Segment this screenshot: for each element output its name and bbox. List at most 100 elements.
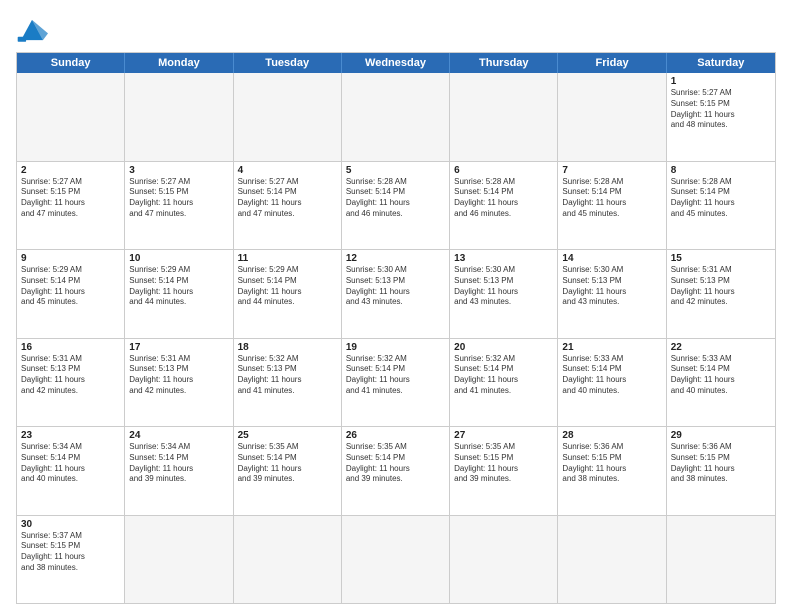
cell-info: Sunrise: 5:35 AM Sunset: 5:14 PM Dayligh…	[238, 442, 337, 485]
day-number: 19	[346, 342, 445, 353]
cal-cell-1-1	[17, 73, 125, 161]
cell-info: Sunrise: 5:36 AM Sunset: 5:15 PM Dayligh…	[671, 442, 771, 485]
cal-cell-5-5: 27Sunrise: 5:35 AM Sunset: 5:15 PM Dayli…	[450, 427, 558, 515]
logo-icon	[16, 16, 48, 44]
day-number: 16	[21, 342, 120, 353]
day-header-sunday: Sunday	[17, 53, 125, 73]
cell-info: Sunrise: 5:28 AM Sunset: 5:14 PM Dayligh…	[346, 177, 445, 220]
cell-info: Sunrise: 5:32 AM Sunset: 5:14 PM Dayligh…	[454, 354, 553, 397]
day-number: 23	[21, 430, 120, 441]
day-number: 1	[671, 76, 771, 87]
cell-info: Sunrise: 5:27 AM Sunset: 5:14 PM Dayligh…	[238, 177, 337, 220]
cal-cell-3-7: 15Sunrise: 5:31 AM Sunset: 5:13 PM Dayli…	[667, 250, 775, 338]
cal-cell-2-5: 6Sunrise: 5:28 AM Sunset: 5:14 PM Daylig…	[450, 162, 558, 250]
day-number: 5	[346, 165, 445, 176]
day-number: 7	[562, 165, 661, 176]
cal-cell-4-7: 22Sunrise: 5:33 AM Sunset: 5:14 PM Dayli…	[667, 339, 775, 427]
cell-info: Sunrise: 5:34 AM Sunset: 5:14 PM Dayligh…	[21, 442, 120, 485]
day-number: 4	[238, 165, 337, 176]
cal-cell-2-3: 4Sunrise: 5:27 AM Sunset: 5:14 PM Daylig…	[234, 162, 342, 250]
cal-cell-6-2	[125, 516, 233, 604]
day-header-thursday: Thursday	[450, 53, 558, 73]
cell-info: Sunrise: 5:28 AM Sunset: 5:14 PM Dayligh…	[454, 177, 553, 220]
day-number: 8	[671, 165, 771, 176]
calendar-row-5: 23Sunrise: 5:34 AM Sunset: 5:14 PM Dayli…	[17, 426, 775, 515]
calendar-row-4: 16Sunrise: 5:31 AM Sunset: 5:13 PM Dayli…	[17, 338, 775, 427]
cell-info: Sunrise: 5:35 AM Sunset: 5:14 PM Dayligh…	[346, 442, 445, 485]
cell-info: Sunrise: 5:37 AM Sunset: 5:15 PM Dayligh…	[21, 531, 120, 574]
cal-cell-3-1: 9Sunrise: 5:29 AM Sunset: 5:14 PM Daylig…	[17, 250, 125, 338]
day-number: 21	[562, 342, 661, 353]
day-number: 6	[454, 165, 553, 176]
calendar-header: SundayMondayTuesdayWednesdayThursdayFrid…	[17, 53, 775, 73]
cal-cell-1-7: 1Sunrise: 5:27 AM Sunset: 5:15 PM Daylig…	[667, 73, 775, 161]
page: SundayMondayTuesdayWednesdayThursdayFrid…	[0, 0, 792, 612]
header	[16, 16, 776, 44]
cal-cell-2-7: 8Sunrise: 5:28 AM Sunset: 5:14 PM Daylig…	[667, 162, 775, 250]
cell-info: Sunrise: 5:36 AM Sunset: 5:15 PM Dayligh…	[562, 442, 661, 485]
cal-cell-5-2: 24Sunrise: 5:34 AM Sunset: 5:14 PM Dayli…	[125, 427, 233, 515]
cell-info: Sunrise: 5:32 AM Sunset: 5:13 PM Dayligh…	[238, 354, 337, 397]
day-number: 20	[454, 342, 553, 353]
cell-info: Sunrise: 5:30 AM Sunset: 5:13 PM Dayligh…	[454, 265, 553, 308]
cal-cell-1-5	[450, 73, 558, 161]
day-header-friday: Friday	[558, 53, 666, 73]
cell-info: Sunrise: 5:33 AM Sunset: 5:14 PM Dayligh…	[562, 354, 661, 397]
day-header-tuesday: Tuesday	[234, 53, 342, 73]
logo	[16, 16, 52, 44]
day-number: 12	[346, 253, 445, 264]
cal-cell-6-3	[234, 516, 342, 604]
cell-info: Sunrise: 5:29 AM Sunset: 5:14 PM Dayligh…	[129, 265, 228, 308]
cal-cell-4-3: 18Sunrise: 5:32 AM Sunset: 5:13 PM Dayli…	[234, 339, 342, 427]
day-number: 11	[238, 253, 337, 264]
cell-info: Sunrise: 5:27 AM Sunset: 5:15 PM Dayligh…	[671, 88, 771, 131]
cell-info: Sunrise: 5:29 AM Sunset: 5:14 PM Dayligh…	[21, 265, 120, 308]
cal-cell-4-2: 17Sunrise: 5:31 AM Sunset: 5:13 PM Dayli…	[125, 339, 233, 427]
cell-info: Sunrise: 5:27 AM Sunset: 5:15 PM Dayligh…	[129, 177, 228, 220]
cell-info: Sunrise: 5:31 AM Sunset: 5:13 PM Dayligh…	[671, 265, 771, 308]
day-number: 26	[346, 430, 445, 441]
cal-cell-4-6: 21Sunrise: 5:33 AM Sunset: 5:14 PM Dayli…	[558, 339, 666, 427]
cell-info: Sunrise: 5:33 AM Sunset: 5:14 PM Dayligh…	[671, 354, 771, 397]
cal-cell-1-6	[558, 73, 666, 161]
cal-cell-2-2: 3Sunrise: 5:27 AM Sunset: 5:15 PM Daylig…	[125, 162, 233, 250]
day-number: 29	[671, 430, 771, 441]
cell-info: Sunrise: 5:35 AM Sunset: 5:15 PM Dayligh…	[454, 442, 553, 485]
calendar: SundayMondayTuesdayWednesdayThursdayFrid…	[16, 52, 776, 604]
cal-cell-3-4: 12Sunrise: 5:30 AM Sunset: 5:13 PM Dayli…	[342, 250, 450, 338]
day-number: 28	[562, 430, 661, 441]
calendar-body: 1Sunrise: 5:27 AM Sunset: 5:15 PM Daylig…	[17, 73, 775, 603]
calendar-row-6: 30Sunrise: 5:37 AM Sunset: 5:15 PM Dayli…	[17, 515, 775, 604]
cal-cell-2-1: 2Sunrise: 5:27 AM Sunset: 5:15 PM Daylig…	[17, 162, 125, 250]
cal-cell-4-5: 20Sunrise: 5:32 AM Sunset: 5:14 PM Dayli…	[450, 339, 558, 427]
cal-cell-5-4: 26Sunrise: 5:35 AM Sunset: 5:14 PM Dayli…	[342, 427, 450, 515]
cell-info: Sunrise: 5:27 AM Sunset: 5:15 PM Dayligh…	[21, 177, 120, 220]
day-number: 22	[671, 342, 771, 353]
cal-cell-3-5: 13Sunrise: 5:30 AM Sunset: 5:13 PM Dayli…	[450, 250, 558, 338]
cell-info: Sunrise: 5:30 AM Sunset: 5:13 PM Dayligh…	[346, 265, 445, 308]
day-number: 18	[238, 342, 337, 353]
day-number: 3	[129, 165, 228, 176]
cell-info: Sunrise: 5:28 AM Sunset: 5:14 PM Dayligh…	[562, 177, 661, 220]
cal-cell-1-2	[125, 73, 233, 161]
day-header-saturday: Saturday	[667, 53, 775, 73]
cal-cell-1-4	[342, 73, 450, 161]
cal-cell-2-6: 7Sunrise: 5:28 AM Sunset: 5:14 PM Daylig…	[558, 162, 666, 250]
day-number: 14	[562, 253, 661, 264]
day-number: 24	[129, 430, 228, 441]
cell-info: Sunrise: 5:31 AM Sunset: 5:13 PM Dayligh…	[129, 354, 228, 397]
day-header-wednesday: Wednesday	[342, 53, 450, 73]
cal-cell-6-6	[558, 516, 666, 604]
cell-info: Sunrise: 5:29 AM Sunset: 5:14 PM Dayligh…	[238, 265, 337, 308]
cal-cell-6-5	[450, 516, 558, 604]
cal-cell-4-4: 19Sunrise: 5:32 AM Sunset: 5:14 PM Dayli…	[342, 339, 450, 427]
cal-cell-5-7: 29Sunrise: 5:36 AM Sunset: 5:15 PM Dayli…	[667, 427, 775, 515]
calendar-row-1: 1Sunrise: 5:27 AM Sunset: 5:15 PM Daylig…	[17, 73, 775, 161]
cell-info: Sunrise: 5:34 AM Sunset: 5:14 PM Dayligh…	[129, 442, 228, 485]
day-header-monday: Monday	[125, 53, 233, 73]
cell-info: Sunrise: 5:31 AM Sunset: 5:13 PM Dayligh…	[21, 354, 120, 397]
cal-cell-1-3	[234, 73, 342, 161]
cal-cell-6-4	[342, 516, 450, 604]
cell-info: Sunrise: 5:30 AM Sunset: 5:13 PM Dayligh…	[562, 265, 661, 308]
cal-cell-5-1: 23Sunrise: 5:34 AM Sunset: 5:14 PM Dayli…	[17, 427, 125, 515]
